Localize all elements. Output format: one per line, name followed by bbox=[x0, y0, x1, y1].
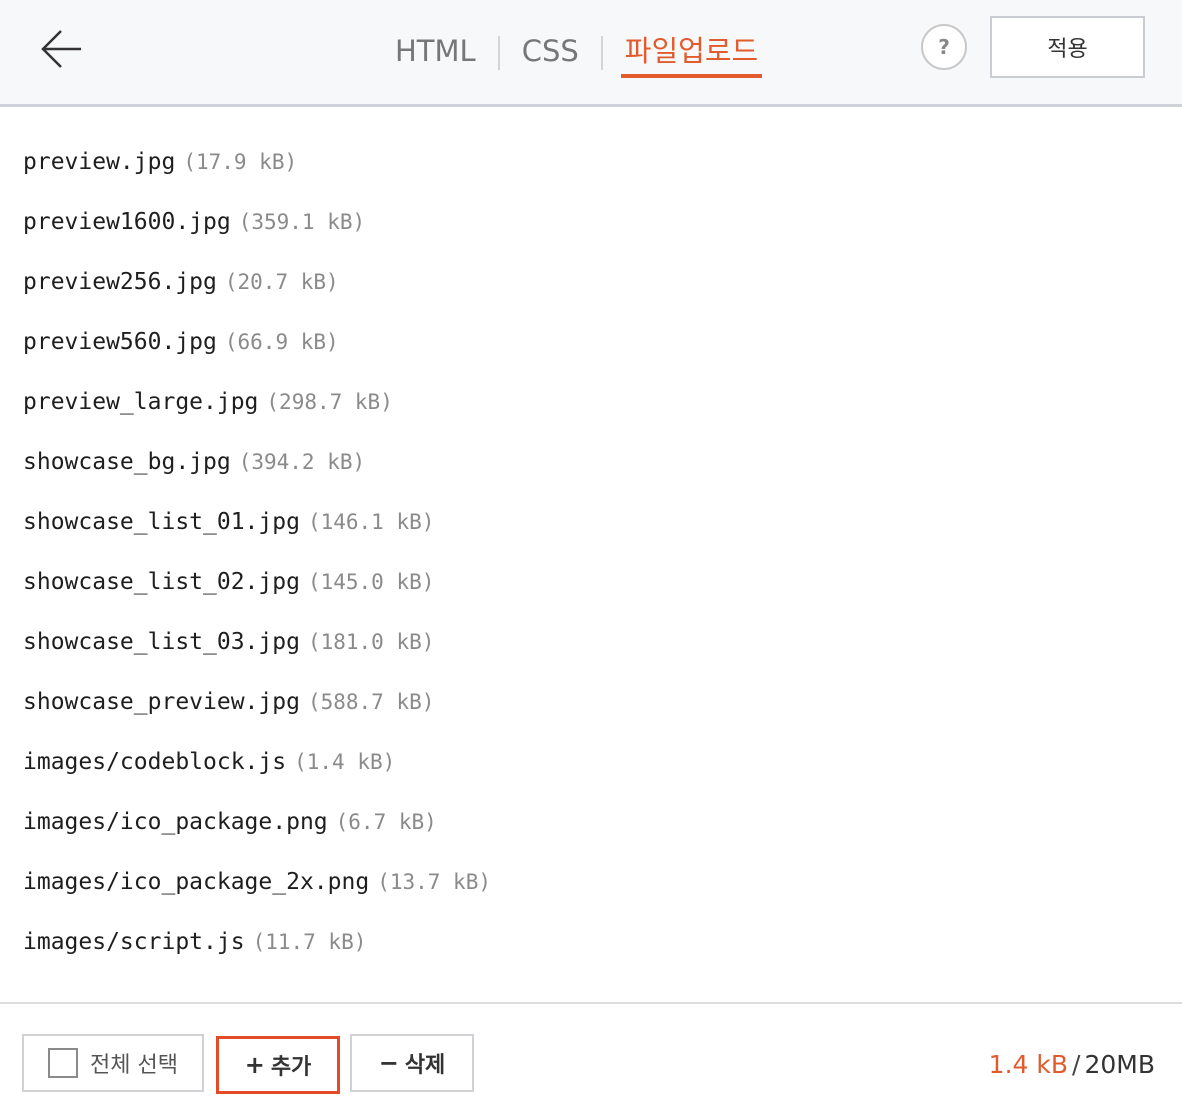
editor-header: HTML CSS 파일업로드 ? 적용 bbox=[0, 0, 1182, 107]
storage-usage: 1.4 kB / 20MB bbox=[989, 1046, 1155, 1082]
file-list: preview.jpg (17.9 kB) preview1600.jpg (359… bbox=[0, 132, 1182, 972]
file-size: (588.7 kB) bbox=[307, 690, 435, 714]
question-icon: ? bbox=[938, 35, 950, 59]
file-item[interactable]: images/ico_package.png (6.7 kB) bbox=[0, 792, 1182, 852]
file-item[interactable]: preview560.jpg (66.9 kB) bbox=[0, 312, 1182, 372]
footer-divider bbox=[0, 1002, 1182, 1004]
file-size: (1.4 kB) bbox=[294, 750, 396, 774]
file-name: showcase_list_03.jpg bbox=[23, 629, 300, 655]
file-item[interactable]: showcase_bg.jpg (394.2 kB) bbox=[0, 432, 1182, 492]
file-name: preview_large.jpg bbox=[23, 389, 259, 415]
file-name: preview1600.jpg bbox=[23, 209, 231, 235]
file-name: showcase_preview.jpg bbox=[23, 689, 300, 715]
file-item[interactable]: showcase_list_02.jpg (145.0 kB) bbox=[0, 552, 1182, 612]
select-all-label: 전체 선택 bbox=[90, 1053, 178, 1078]
file-item[interactable]: preview256.jpg (20.7 kB) bbox=[0, 252, 1182, 312]
file-size: (146.1 kB) bbox=[307, 510, 435, 534]
file-size: (359.1 kB) bbox=[238, 210, 366, 234]
tab-css[interactable]: CSS bbox=[518, 28, 583, 78]
file-name: images/codeblock.js bbox=[23, 749, 287, 775]
minus-icon: − bbox=[378, 1049, 399, 1077]
file-size: (11.7 kB) bbox=[252, 930, 367, 954]
arrow-left-icon bbox=[41, 30, 81, 68]
plus-icon: + bbox=[244, 1051, 265, 1079]
delete-label: 삭제 bbox=[404, 1053, 446, 1078]
file-size: (13.7 kB) bbox=[377, 870, 491, 894]
file-size: (66.9 kB) bbox=[224, 330, 339, 354]
file-size: (181.0 kB) bbox=[307, 630, 435, 654]
file-size: (6.7 kB) bbox=[335, 810, 437, 834]
file-item[interactable]: images/script.js (11.7 kB) bbox=[0, 912, 1182, 972]
back-button[interactable] bbox=[36, 24, 86, 74]
file-size: (20.7 kB) bbox=[224, 270, 339, 294]
file-name: images/script.js bbox=[23, 929, 245, 955]
tab-divider bbox=[497, 36, 500, 70]
file-name: preview560.jpg bbox=[23, 329, 217, 355]
file-item[interactable]: preview1600.jpg (359.1 kB) bbox=[0, 192, 1182, 252]
file-size: (17.9 kB) bbox=[183, 150, 298, 174]
file-size: (394.2 kB) bbox=[238, 450, 366, 474]
help-button[interactable]: ? bbox=[921, 24, 967, 70]
file-name: preview.jpg bbox=[23, 149, 176, 175]
file-size: (145.0 kB) bbox=[307, 570, 435, 594]
file-item[interactable]: images/codeblock.js (1.4 kB) bbox=[0, 732, 1182, 792]
file-item[interactable]: preview_large.jpg (298.7 kB) bbox=[0, 372, 1182, 432]
add-label: 추가 bbox=[270, 1055, 312, 1080]
delete-button[interactable]: − 삭제 bbox=[350, 1034, 474, 1092]
select-all-button[interactable]: 전체 선택 bbox=[22, 1034, 204, 1092]
usage-limit: 20MB bbox=[1084, 1049, 1155, 1079]
apply-button[interactable]: 적용 bbox=[990, 16, 1145, 78]
file-item[interactable]: showcase_list_03.jpg (181.0 kB) bbox=[0, 612, 1182, 672]
file-name: showcase_bg.jpg bbox=[23, 449, 231, 475]
file-name: showcase_list_02.jpg bbox=[23, 569, 300, 595]
file-size: (298.7 kB) bbox=[266, 390, 393, 414]
file-name: showcase_list_01.jpg bbox=[23, 509, 300, 535]
usage-used: 1.4 kB bbox=[988, 1049, 1069, 1079]
file-name: preview256.jpg bbox=[23, 269, 217, 295]
usage-separator: / bbox=[1072, 1049, 1081, 1079]
file-name: images/ico_package.png bbox=[23, 809, 328, 835]
checkbox-icon[interactable] bbox=[48, 1048, 79, 1078]
file-item[interactable]: showcase_preview.jpg (588.7 kB) bbox=[0, 672, 1182, 732]
file-name: images/ico_package_2x.png bbox=[23, 869, 370, 895]
add-button[interactable]: + 추가 bbox=[216, 1036, 340, 1094]
tab-divider bbox=[600, 36, 603, 70]
editor-tabs: HTML CSS 파일업로드 bbox=[391, 28, 763, 78]
file-item[interactable]: preview.jpg (17.9 kB) bbox=[0, 132, 1182, 192]
tab-html[interactable]: HTML bbox=[391, 28, 480, 78]
file-item[interactable]: showcase_list_01.jpg (146.1 kB) bbox=[0, 492, 1182, 552]
file-item[interactable]: images/ico_package_2x.png (13.7 kB) bbox=[0, 852, 1182, 912]
tab-file-upload[interactable]: 파일업로드 bbox=[620, 28, 763, 78]
